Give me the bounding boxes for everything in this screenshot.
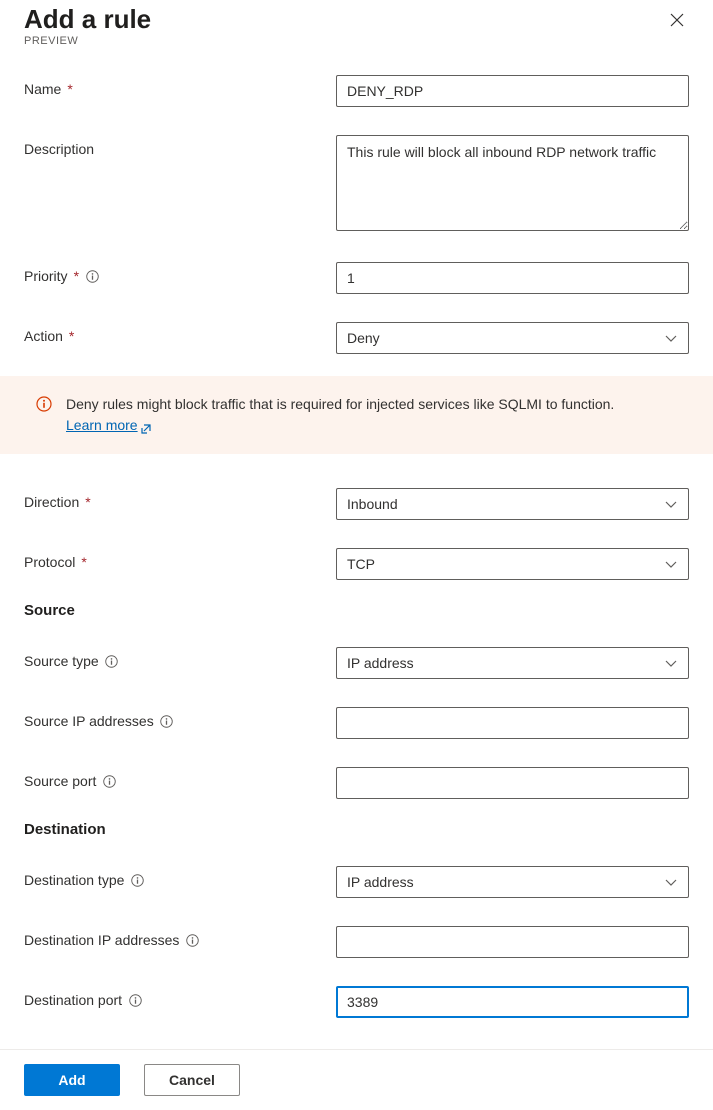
- destination-ip-label: Destination IP addresses: [24, 932, 179, 948]
- required-asterisk: *: [69, 328, 74, 344]
- info-icon[interactable]: [185, 933, 199, 947]
- chevron-down-icon: [664, 875, 678, 889]
- learn-more-link[interactable]: Learn more: [66, 415, 152, 436]
- name-input[interactable]: [336, 75, 689, 107]
- destination-port-input[interactable]: [336, 986, 689, 1018]
- action-label: Action: [24, 328, 63, 344]
- required-asterisk: *: [81, 554, 86, 570]
- page-title: Add a rule: [24, 4, 151, 35]
- source-heading: Source: [24, 602, 689, 619]
- chevron-down-icon: [664, 557, 678, 571]
- chevron-down-icon: [664, 656, 678, 670]
- learn-more-text: Learn more: [66, 415, 138, 436]
- protocol-label: Protocol: [24, 554, 75, 570]
- direction-select[interactable]: Inbound: [336, 488, 689, 520]
- deny-warning: Deny rules might block traffic that is r…: [0, 376, 713, 454]
- source-type-value: IP address: [347, 655, 414, 671]
- warning-text: Deny rules might block traffic that is r…: [66, 396, 614, 412]
- action-select[interactable]: Deny: [336, 322, 689, 354]
- direction-label: Direction: [24, 494, 79, 510]
- destination-type-select[interactable]: IP address: [336, 866, 689, 898]
- info-icon[interactable]: [128, 993, 142, 1007]
- name-label: Name: [24, 81, 61, 97]
- required-asterisk: *: [85, 494, 90, 510]
- source-ip-label: Source IP addresses: [24, 713, 154, 729]
- chevron-down-icon: [664, 331, 678, 345]
- info-icon[interactable]: [130, 873, 144, 887]
- priority-label: Priority: [24, 268, 68, 284]
- destination-ip-input[interactable]: [336, 926, 689, 958]
- destination-type-value: IP address: [347, 874, 414, 890]
- external-link-icon: [140, 420, 152, 432]
- info-icon[interactable]: [160, 714, 174, 728]
- warning-icon: [36, 396, 52, 412]
- add-button[interactable]: Add: [24, 1064, 120, 1096]
- source-port-input[interactable]: [336, 767, 689, 799]
- destination-port-label: Destination port: [24, 992, 122, 1008]
- description-label: Description: [24, 141, 94, 157]
- action-value: Deny: [347, 330, 380, 346]
- info-icon[interactable]: [102, 774, 116, 788]
- required-asterisk: *: [67, 81, 72, 97]
- protocol-select[interactable]: TCP: [336, 548, 689, 580]
- description-input[interactable]: [336, 135, 689, 231]
- protocol-value: TCP: [347, 556, 375, 572]
- direction-value: Inbound: [347, 496, 398, 512]
- info-icon[interactable]: [105, 654, 119, 668]
- info-icon[interactable]: [85, 269, 99, 283]
- close-icon: [669, 13, 685, 32]
- cancel-button[interactable]: Cancel: [144, 1064, 240, 1096]
- chevron-down-icon: [664, 497, 678, 511]
- required-asterisk: *: [74, 268, 79, 284]
- close-button[interactable]: [669, 4, 689, 31]
- source-ip-input[interactable]: [336, 707, 689, 739]
- preview-badge: PREVIEW: [24, 35, 151, 47]
- destination-type-label: Destination type: [24, 872, 124, 888]
- destination-heading: Destination: [24, 821, 689, 838]
- source-type-select[interactable]: IP address: [336, 647, 689, 679]
- priority-input[interactable]: [336, 262, 689, 294]
- source-port-label: Source port: [24, 773, 96, 789]
- source-type-label: Source type: [24, 653, 99, 669]
